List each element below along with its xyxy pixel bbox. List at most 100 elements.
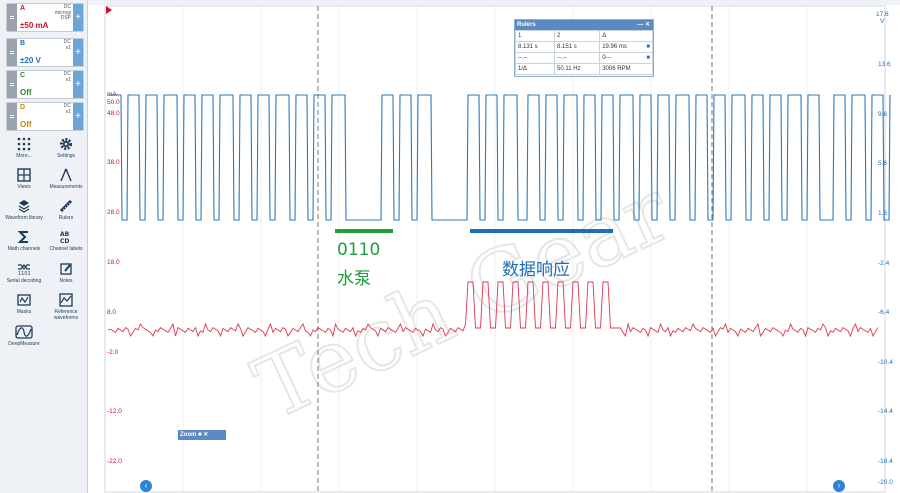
tool-notes[interactable]: Notes xyxy=(44,262,88,284)
tool-reference-waveforms[interactable]: Reference waveforms xyxy=(44,293,88,321)
rulers-panel[interactable]: Rulers — ✕ 1 2 Δ 8.131 s 8.151 s 19.96 ms… xyxy=(514,19,654,77)
tool-deepmeasure[interactable]: DeepMeasure xyxy=(2,325,46,347)
channel-a-handle[interactable] xyxy=(7,4,17,31)
scroll-left-button[interactable]: ‹ xyxy=(140,480,152,492)
plot-canvas[interactable]: Tech Gear 50.048.038.028.018.08.0-2.0-12… xyxy=(88,0,900,493)
channel-d-plus-icon[interactable]: + xyxy=(73,103,83,130)
channel-a-name: A xyxy=(20,5,26,12)
rulers-header-1: 1 xyxy=(514,30,556,42)
channel-d-handle[interactable] xyxy=(7,103,17,130)
tool-views-label: Views xyxy=(17,184,31,190)
left-axis-tick: 50.0 xyxy=(107,99,120,106)
channel-c-plus-icon[interactable]: + xyxy=(73,71,83,98)
tool-math-channels-label: Math channels xyxy=(7,246,41,252)
tool-more[interactable]: More... xyxy=(2,137,46,159)
channel-c-handle[interactable] xyxy=(7,71,17,98)
serial-icon: 1101 xyxy=(18,264,31,276)
right-axis-tick: 1.6 xyxy=(878,210,887,217)
right-axis-unit: V xyxy=(880,18,885,25)
channel-b-plus-icon[interactable]: + xyxy=(73,39,83,66)
channel-b-waveform xyxy=(108,94,891,221)
library-icon xyxy=(18,200,30,213)
measure-icon xyxy=(60,168,72,182)
tool-serial-decoding[interactable]: 1101 Serial decoding xyxy=(2,262,46,284)
channel-d-card[interactable]: D DC x1 Off + xyxy=(6,102,84,131)
tool-deepmeasure-label: DeepMeasure xyxy=(8,341,40,347)
svg-text:1101: 1101 xyxy=(18,271,31,276)
channel-c-card[interactable]: C DC x1 Off + xyxy=(6,70,84,99)
zoom-overview-header[interactable]: Zoom ■ ✕ xyxy=(178,430,226,440)
channel-b-name: B xyxy=(20,40,26,47)
oscilloscope-plot[interactable]: Tech Gear 50.0 48.0 38.0 28.0 18.0 8.0 -2.0 -12… xyxy=(88,0,900,493)
left-axis-tick: 8.0 xyxy=(107,309,116,316)
right-axis-tick: -6.4 xyxy=(878,309,890,316)
left-axis-unit: mA xyxy=(107,91,117,98)
tool-measurements-label: Measurements xyxy=(49,184,83,190)
right-axis-tick: -14.4 xyxy=(878,408,893,415)
ruler-inverse-label: 1/Δ xyxy=(514,63,556,75)
tool-rulers[interactable]: Rulers xyxy=(44,199,88,221)
channel-b-card[interactable]: B DC x1 ±20 V + xyxy=(6,38,84,67)
abcd-icon: ABCD xyxy=(60,231,70,244)
tool-math-channels[interactable]: Math channels xyxy=(2,230,46,252)
mask-icon xyxy=(17,294,31,306)
right-axis-tick: 13.6 xyxy=(878,61,891,68)
ruler-2-time: 8.151 s xyxy=(554,41,601,53)
tool-notes-label: Notes xyxy=(59,278,73,284)
ruler-delta-level: 0--- ■ xyxy=(599,52,653,64)
left-axis-tick: -12.0 xyxy=(107,408,122,415)
trigger-marker-icon[interactable] xyxy=(106,6,112,14)
tool-masks[interactable]: Masks xyxy=(2,293,46,315)
right-axis-tick: 5.6 xyxy=(878,160,887,167)
rulers-table: 1 2 Δ 8.131 s 8.151 s 19.96 ms ■ --.-- --… xyxy=(514,30,653,75)
ruler-2-level: --.-- xyxy=(554,52,601,64)
notes-icon xyxy=(60,263,72,275)
right-axis-tick: -18.4 xyxy=(878,458,893,465)
left-axis-tick: 28.0 xyxy=(107,209,120,216)
svg-text:AB: AB xyxy=(60,231,70,238)
rulers-header-2: 2 xyxy=(554,30,601,42)
right-axis-tick: -2.4 xyxy=(878,260,890,267)
channel-a-plus-icon[interactable]: + xyxy=(73,4,83,31)
lock-icon[interactable]: ■ xyxy=(646,55,650,61)
channel-d-range[interactable]: Off xyxy=(20,120,32,129)
channel-c-range[interactable]: Off xyxy=(20,88,32,97)
tool-settings-label: Settings xyxy=(56,153,76,159)
ruler-icon xyxy=(59,199,73,213)
ruler-1-time: 8.131 s xyxy=(514,41,556,53)
tool-waveform-library[interactable]: Waveform library xyxy=(2,199,46,221)
tool-channel-labels[interactable]: AB CD Channel labels xyxy=(44,230,88,252)
annotation-green-bar xyxy=(335,229,393,233)
left-axis-tick: -2.0 xyxy=(107,349,119,356)
channel-a-range[interactable]: ±50 mA xyxy=(20,21,48,30)
ruler-rpm: 3006 RPM xyxy=(599,63,653,75)
annotation-water-pump: 水泵 xyxy=(337,269,371,289)
channel-c-name: C xyxy=(20,72,26,79)
annotation-data-response: 数据响应 xyxy=(502,260,570,280)
tool-views[interactable]: Views xyxy=(2,168,46,190)
tool-masks-label: Masks xyxy=(16,309,32,315)
channel-a-card[interactable]: A DC microgi DSP ±50 mA + xyxy=(6,3,84,32)
tool-measurements[interactable]: Measurements xyxy=(44,168,88,190)
right-axis-tick: 9.6 xyxy=(878,111,887,118)
scroll-right-button[interactable]: › xyxy=(833,480,845,492)
right-axis-tick: -10.4 xyxy=(878,359,893,366)
close-icon[interactable]: — ✕ xyxy=(637,20,653,30)
channel-a-coupling: DC microgi DSP xyxy=(54,4,71,21)
left-axis-tick: 18.0 xyxy=(107,259,120,266)
sigma-icon xyxy=(17,231,28,243)
annotation-blue-bar xyxy=(470,229,613,233)
grid-dots-icon xyxy=(17,137,31,151)
tool-settings[interactable]: Settings xyxy=(44,137,88,159)
channel-b-range[interactable]: ±20 V xyxy=(20,56,41,65)
rulers-panel-header[interactable]: Rulers — ✕ xyxy=(515,20,653,30)
left-axis-tick: 38.0 xyxy=(107,159,120,166)
lock-icon[interactable]: ■ xyxy=(646,44,650,50)
left-axis-tick: 48.0 xyxy=(107,110,120,117)
channel-b-handle[interactable] xyxy=(7,39,17,66)
close-icon[interactable]: ■ ✕ xyxy=(198,432,208,438)
right-axis-tick: 17.6 xyxy=(876,11,889,18)
gear-icon xyxy=(60,138,72,150)
channel-d-coupling: DC x1 xyxy=(63,103,71,115)
annotation-0110: 0110 xyxy=(337,240,381,260)
